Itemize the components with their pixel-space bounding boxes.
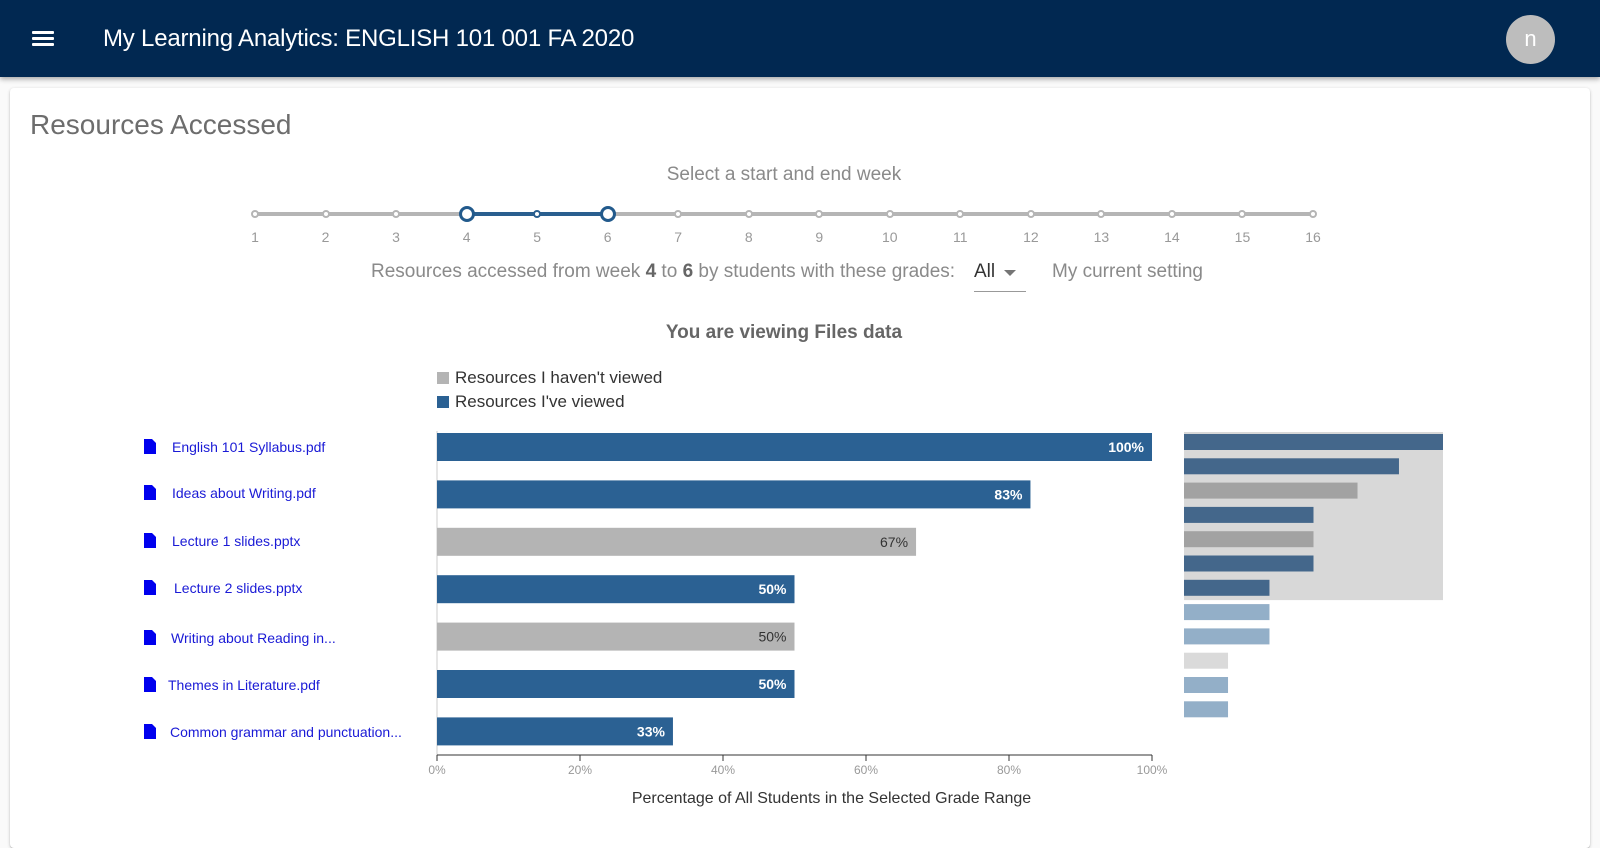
minimap-bar — [1184, 506, 1314, 523]
minimap-bar — [1184, 701, 1229, 718]
bar[interactable] — [437, 670, 795, 698]
bar[interactable] — [437, 575, 795, 604]
x-tick-label: 0% — [428, 763, 446, 777]
hamburger-menu-icon[interactable] — [30, 26, 56, 50]
minimap-bar — [1184, 482, 1358, 499]
minimap-bar — [1184, 434, 1443, 450]
bar[interactable] — [437, 433, 1152, 461]
resources-bar-chart: 100% 83% 67% 50% 50% 50% 33% 0% 20% 40% 60% 80% 100%… — [428, 431, 1443, 807]
minimap-bar — [1184, 652, 1229, 669]
minimap-bar — [1184, 458, 1399, 475]
x-tick-label: 80% — [997, 763, 1021, 777]
bar-value-label: 83% — [994, 486, 1023, 502]
minimap-bar — [1184, 555, 1314, 572]
x-tick-label: 100% — [1137, 763, 1168, 777]
app-bar: My Learning Analytics: ENGLISH 101 001 F… — [0, 0, 1600, 77]
minimap-bar — [1184, 604, 1270, 621]
minimap-bar — [1184, 628, 1270, 645]
bar[interactable] — [437, 480, 1031, 509]
bar-value-label: 50% — [758, 676, 787, 692]
minimap-bar — [1184, 677, 1229, 693]
x-axis-title: Percentage of All Students in the Select… — [632, 790, 1031, 807]
bar-value-label: 50% — [758, 629, 786, 645]
app-title: My Learning Analytics: ENGLISH 101 001 F… — [103, 25, 635, 52]
bar-value-label: 100% — [1108, 439, 1144, 455]
x-tick-label: 60% — [854, 763, 878, 777]
bar-value-label: 67% — [880, 534, 908, 550]
bar[interactable] — [437, 527, 917, 556]
minimap-bar — [1184, 531, 1314, 548]
x-tick-label: 40% — [711, 763, 735, 777]
avatar[interactable]: n — [1506, 15, 1555, 64]
bar-value-label: 50% — [758, 581, 787, 597]
minimap-bar — [1184, 579, 1270, 596]
bar-value-label: 33% — [637, 723, 666, 739]
x-tick-label: 20% — [568, 763, 592, 777]
bar[interactable] — [437, 622, 795, 651]
